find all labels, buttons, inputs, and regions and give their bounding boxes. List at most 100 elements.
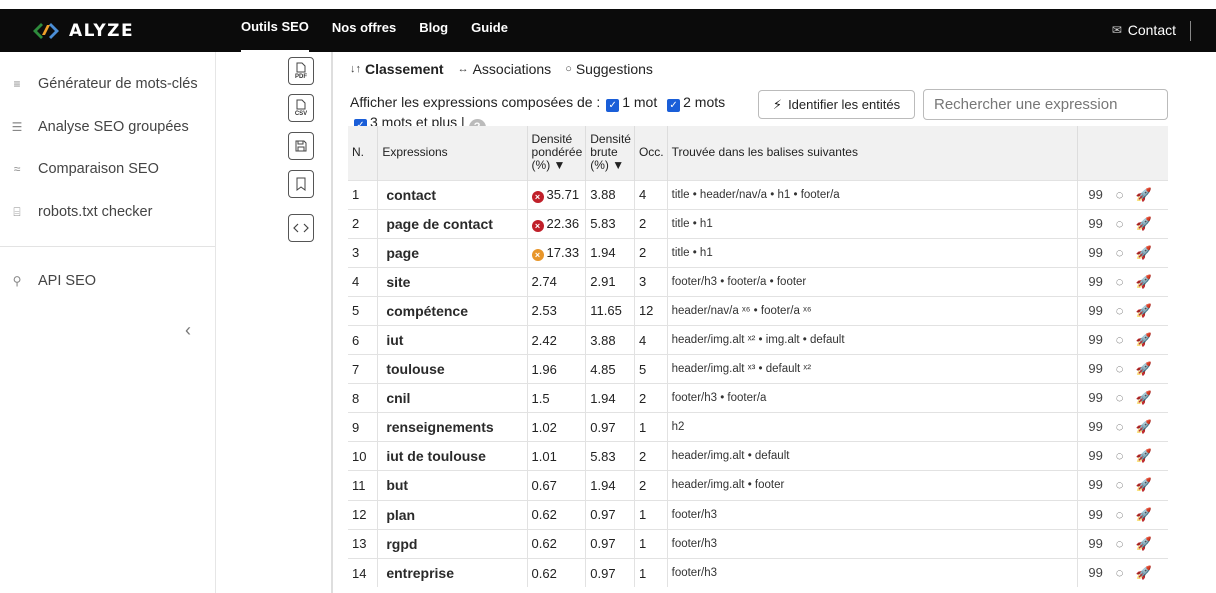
- expression-cell: but: [377, 470, 528, 501]
- bulb-icon[interactable]: ◌: [1112, 245, 1128, 260]
- bookmark-button[interactable]: [288, 170, 314, 198]
- collapse-sidebar-icon[interactable]: ‹: [185, 320, 191, 341]
- table-row: 11 but 0.67 1.94 2 header/img.alt • footer 99 ◌…: [348, 470, 1168, 501]
- save-icon: [295, 140, 307, 152]
- rocket-icon[interactable]: 🚀: [1136, 507, 1152, 523]
- quote-icon[interactable]: 99: [1088, 274, 1104, 289]
- bulb-icon[interactable]: ◌: [1112, 536, 1128, 551]
- bulb-icon[interactable]: ◌: [1112, 303, 1128, 318]
- checkbox-2-mots[interactable]: ✓: [667, 99, 681, 112]
- rocket-icon[interactable]: 🚀: [1136, 361, 1152, 377]
- expression-cell: compétence: [377, 295, 528, 326]
- sidebar-item-label: robots.txt checker: [38, 204, 153, 220]
- quote-icon[interactable]: 99: [1088, 332, 1104, 347]
- bulb-icon[interactable]: ◌: [1112, 565, 1128, 580]
- weighted-density-value: 17.33: [546, 244, 580, 260]
- row-actions: 99 ◌ 🚀: [1077, 499, 1168, 530]
- approx-icon: ≈: [13, 162, 21, 176]
- rocket-icon[interactable]: 🚀: [1136, 448, 1152, 464]
- rocket-icon[interactable]: 🚀: [1136, 187, 1152, 203]
- sidebar-item-api[interactable]: ⚲ API SEO: [10, 273, 96, 289]
- sidebar-item-robots[interactable]: ⌸ robots.txt checker: [10, 204, 152, 220]
- identify-entities-button[interactable]: ⚡ Identifier les entités: [758, 90, 915, 119]
- bulb-icon[interactable]: ◌: [1112, 477, 1128, 492]
- col-header-actions: [1077, 126, 1168, 180]
- col-header-densite-brute[interactable]: Densité brute (%) ▼: [585, 126, 635, 180]
- bulb-icon[interactable]: ◌: [1112, 419, 1128, 434]
- row-number: 14: [348, 557, 379, 588]
- bulb-icon[interactable]: ◌: [1112, 448, 1128, 463]
- rocket-icon[interactable]: 🚀: [1136, 390, 1152, 406]
- quote-icon[interactable]: 99: [1088, 187, 1104, 202]
- nav-guide[interactable]: Guide: [471, 9, 508, 52]
- tags-cell: title • h1: [667, 237, 1078, 268]
- quote-icon[interactable]: 99: [1088, 245, 1104, 260]
- filters-label: Afficher les expressions composées de :: [350, 94, 601, 110]
- sidebar-item-generateur[interactable]: ≡ Générateur de mots-clés: [10, 76, 197, 92]
- bulb-icon[interactable]: ◌: [1112, 216, 1128, 231]
- quote-icon[interactable]: 99: [1088, 507, 1104, 522]
- checkbox-1-mot[interactable]: ✓: [606, 99, 620, 112]
- weighted-density-value: 0.62: [531, 565, 557, 581]
- quote-icon[interactable]: 99: [1088, 390, 1104, 405]
- bulb-icon[interactable]: ◌: [1112, 507, 1128, 522]
- nav-blog[interactable]: Blog: [419, 9, 448, 52]
- quote-icon[interactable]: 99: [1088, 361, 1104, 376]
- export-pdf-button[interactable]: PDF: [288, 57, 314, 85]
- sidebar-item-analyse[interactable]: ☰ Analyse SEO groupées: [10, 119, 189, 135]
- row-actions: 99 ◌ 🚀: [1077, 441, 1168, 471]
- save-button[interactable]: [288, 132, 314, 160]
- rocket-icon[interactable]: 🚀: [1136, 536, 1152, 552]
- nav-nos-offres[interactable]: Nos offres: [332, 9, 396, 52]
- table-row: 1 contact × 35.71 3.88 4 title • header/nav/a …: [348, 179, 1168, 210]
- occurrences-cell: 2: [634, 470, 668, 501]
- tab-classement[interactable]: ↓↑ Classement: [350, 61, 444, 77]
- weighted-density-value: 1.96: [531, 361, 557, 377]
- rocket-icon[interactable]: 🚀: [1136, 245, 1152, 261]
- tab-label: Associations: [472, 61, 552, 77]
- quote-icon[interactable]: 99: [1088, 419, 1104, 434]
- raw-density-cell: 2.91: [585, 266, 635, 297]
- expression-cell: page: [377, 237, 528, 268]
- expression-cell: site: [377, 266, 528, 297]
- rocket-icon[interactable]: 🚀: [1136, 419, 1152, 435]
- quote-icon[interactable]: 99: [1088, 216, 1104, 231]
- bulb-icon[interactable]: ◌: [1112, 332, 1128, 347]
- quote-icon[interactable]: 99: [1088, 448, 1104, 463]
- row-number: 10: [348, 441, 379, 471]
- rocket-icon[interactable]: 🚀: [1136, 332, 1152, 348]
- quote-icon[interactable]: 99: [1088, 536, 1104, 551]
- col-header-densite-ponderee[interactable]: Densité pondérée (%) ▼: [527, 126, 587, 180]
- tab-associations[interactable]: ↔ Associations: [458, 61, 552, 77]
- nav-outils-seo[interactable]: Outils SEO: [241, 9, 309, 52]
- row-actions: 99 ◌ 🚀: [1077, 208, 1168, 239]
- bulb-icon[interactable]: ◌: [1112, 390, 1128, 405]
- bulb-icon[interactable]: ◌: [1112, 187, 1128, 202]
- contact-link[interactable]: ✉ Contact: [1112, 9, 1191, 52]
- rocket-icon[interactable]: 🚀: [1136, 565, 1152, 581]
- row-actions: 99 ◌ 🚀: [1077, 324, 1168, 355]
- rocket-icon[interactable]: 🚀: [1136, 216, 1152, 232]
- export-csv-button[interactable]: CSV: [288, 94, 314, 122]
- nav-separator: [1190, 20, 1191, 41]
- bulb-icon[interactable]: ◌: [1112, 274, 1128, 289]
- raw-density-cell: 1.94: [585, 237, 635, 268]
- header-line: (%) ▼: [531, 158, 566, 173]
- quote-icon[interactable]: 99: [1088, 565, 1104, 580]
- tags-cell: footer/h3: [667, 528, 1078, 559]
- quote-icon[interactable]: 99: [1088, 303, 1104, 318]
- sidebar-item-comparaison[interactable]: ≈ Comparaison SEO: [10, 161, 159, 177]
- bulb-icon[interactable]: ◌: [1112, 361, 1128, 376]
- tab-suggestions[interactable]: ○ Suggestions: [565, 61, 653, 77]
- bulb-icon: ○: [565, 63, 572, 75]
- row-actions: 99 ◌ 🚀: [1077, 295, 1168, 326]
- search-expression-input[interactable]: [923, 89, 1168, 120]
- rocket-icon[interactable]: 🚀: [1136, 274, 1152, 290]
- rocket-icon[interactable]: 🚀: [1136, 477, 1152, 493]
- occurrences-cell: 2: [634, 383, 668, 413]
- row-actions: 99 ◌ 🚀: [1077, 528, 1168, 559]
- rocket-icon[interactable]: 🚀: [1136, 303, 1152, 319]
- quote-icon[interactable]: 99: [1088, 477, 1104, 492]
- embed-code-button[interactable]: [288, 214, 314, 242]
- brand-logo[interactable]: ALYZE: [33, 20, 134, 42]
